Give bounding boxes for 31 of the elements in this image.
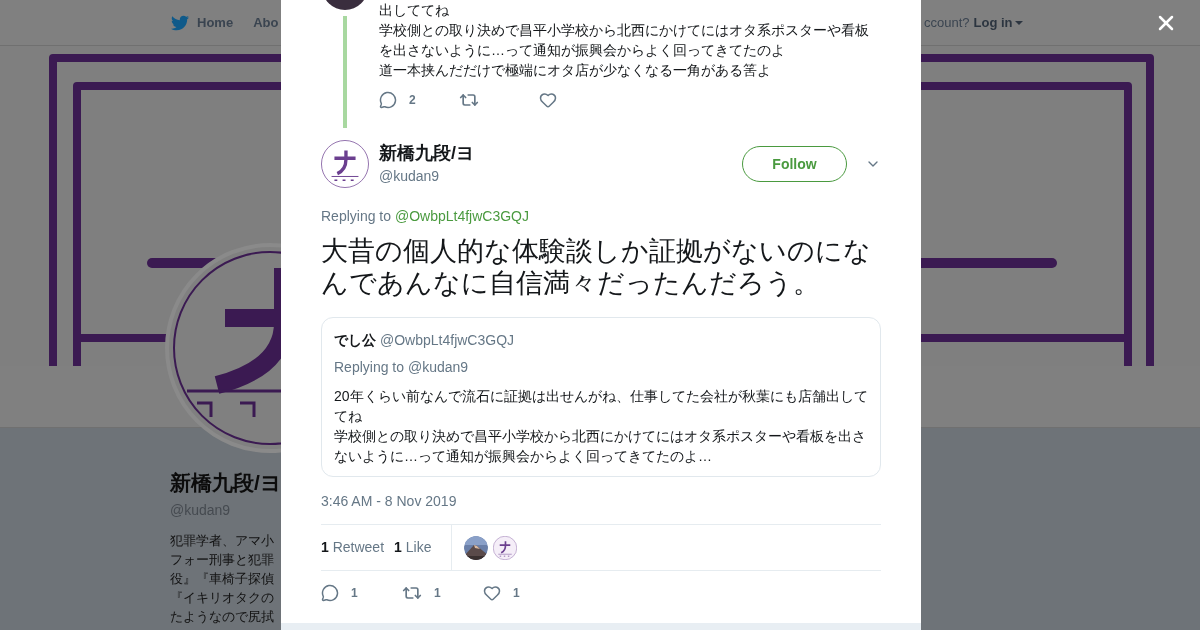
- bio-text: フォー刑事と犯罪: [170, 551, 274, 569]
- bio-text: 役』『車椅子探偵: [170, 570, 274, 588]
- nav-link[interactable]: Home: [197, 12, 234, 33]
- tweet-text: 大昔の個人的な体験談しか証拠がないのになんであんなに自信満々だったんだろう。: [321, 235, 872, 299]
- bio-text: たようなので尻拭: [170, 608, 274, 626]
- action-count: 1: [351, 585, 358, 602]
- tweet-text: 道一本挟んだだけで極端にオタ店が少なくなる一角がある筈よ: [379, 61, 772, 80]
- profile-name: 新橋九段/ヨ: [170, 470, 282, 496]
- timestamp: 3:46 AM - 8 Nov 2019: [321, 492, 458, 511]
- replying-to: Replying to @OwbpLt4fjwC3GQJ: [321, 207, 530, 226]
- stat-link[interactable]: 1 Retweet: [321, 537, 385, 558]
- quoted-tweet-card[interactable]: でし公 @OwbpLt4fjwC3GQJ Replying to @kudan9 20年くらい前なんで流石に証拠は出せんがね、仕事してた会社が秋葉にも店舗出しててね 学校側との取り決めで昌平小学校から北西にかけてにはオタ系ポスターや看板を出さないように…って通知が振興会からよく回ってきてたのよ…: [321, 317, 881, 477]
- bio-text: 犯罪学者、アマ小: [170, 532, 274, 550]
- bio-text: 『イキリオタクの: [170, 589, 274, 607]
- nav-link[interactable]: Abo: [253, 12, 279, 33]
- tweet-text: 学校側との取り決めで昌平小学校から北西にかけてにはオタ系ポスターや看板を出さないように…って通知が振興会からよく回ってきてたのよ: [379, 21, 870, 60]
- login-link[interactable]: Log in: [973, 12, 1023, 33]
- reply-count: 2: [409, 92, 416, 109]
- user-handle[interactable]: @kudan9: [379, 165, 474, 187]
- mention-link[interactable]: @OwbpLt4fjwC3GQJ: [394, 208, 529, 224]
- stat-link[interactable]: 1 Like: [394, 537, 432, 558]
- action-count: 1: [513, 585, 520, 602]
- action-count: 1: [434, 585, 441, 602]
- quoted-user-handle: @OwbpLt4fjwC3GQJ: [380, 331, 515, 350]
- quoted-replying-to: Replying to @kudan9: [334, 358, 470, 377]
- quoted-user-name: でし公: [334, 331, 376, 350]
- tweet-text: 出しててね: [379, 1, 450, 20]
- account-prompt: ccount?: [924, 13, 970, 32]
- user-name[interactable]: 新橋九段/ヨ: [379, 141, 474, 164]
- quoted-tweet-text: 20年くらい前なんで流石に証拠は出せんがね、仕事してた会社が秋葉にも店舗出しててね: [334, 387, 868, 426]
- quoted-tweet-text: 学校側との取り決めで昌平小学校から北西にかけてにはオタ系ポスターや看板を出さないように…って通知が振興会からよく回ってきてたのよ…: [334, 427, 867, 466]
